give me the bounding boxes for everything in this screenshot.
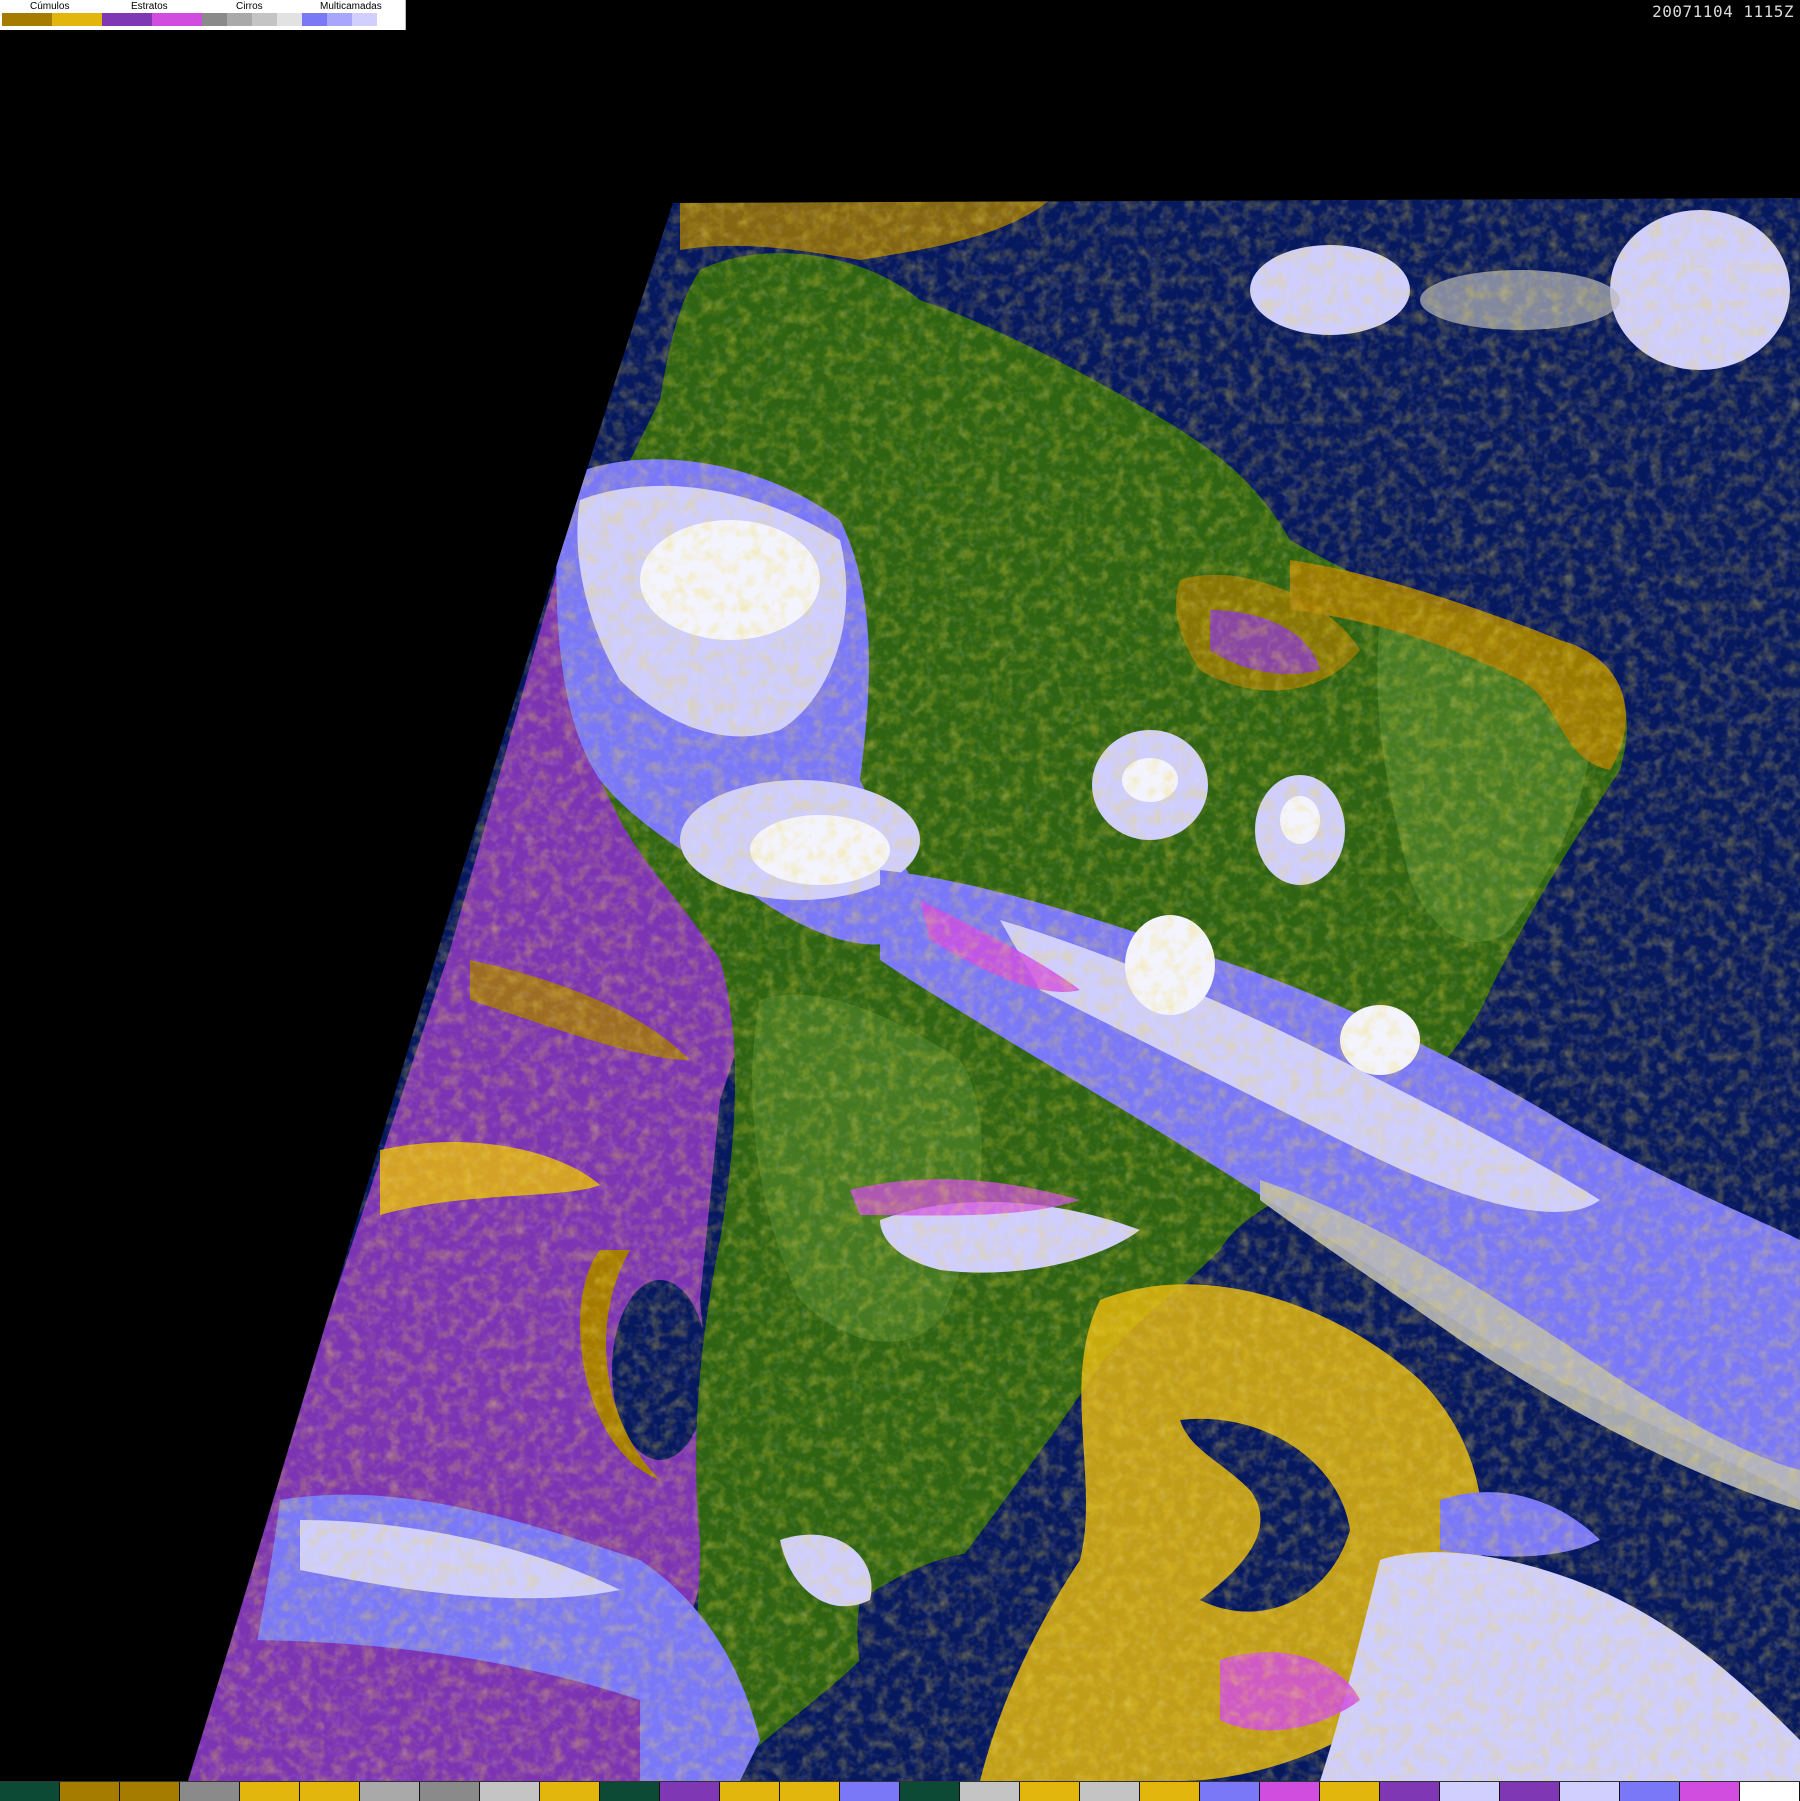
legend-swatch-cirrus-3	[252, 13, 277, 26]
palette-cell	[900, 1782, 960, 1801]
legend-label-cumulus: Cúmulos	[30, 1, 70, 12]
legend-swatch-cirrus-1	[202, 13, 227, 26]
palette-cell	[1560, 1782, 1620, 1801]
palette-cell	[1200, 1782, 1260, 1801]
legend-swatch-cumulus-2	[52, 13, 102, 26]
palette-cell	[300, 1782, 360, 1801]
palette-cell	[1500, 1782, 1560, 1801]
palette-cell	[1320, 1782, 1380, 1801]
palette-cell	[540, 1782, 600, 1801]
palette-cell	[1740, 1782, 1800, 1801]
legend-swatch-stratus-2	[152, 13, 202, 26]
legend-label-multilayer: Multicamadas	[320, 1, 382, 12]
cloud-type-legend: Cúmulos Estratos Cirros Multicamadas	[0, 0, 406, 30]
palette-cell	[1080, 1782, 1140, 1801]
legend-label-cirrus: Cirros	[236, 1, 263, 12]
legend-swatch-cirrus-2	[227, 13, 252, 26]
palette-cell	[960, 1782, 1020, 1801]
palette-cell	[60, 1782, 120, 1801]
legend-swatch-cirrus-4	[277, 13, 302, 26]
palette-cell	[600, 1782, 660, 1801]
palette-cell	[780, 1782, 840, 1801]
palette-cell	[1020, 1782, 1080, 1801]
palette-cell	[1680, 1782, 1740, 1801]
palette-cell	[1140, 1782, 1200, 1801]
palette-cell	[720, 1782, 780, 1801]
legend-swatch-multilayer-3	[352, 13, 377, 26]
legend-swatch-multilayer-2	[327, 13, 352, 26]
palette-cell	[480, 1782, 540, 1801]
palette-cell	[1380, 1782, 1440, 1801]
palette-cell	[240, 1782, 300, 1801]
palette-cell	[420, 1782, 480, 1801]
legend-swatch-stratus-1	[102, 13, 152, 26]
satellite-cloud-classification-map	[0, 0, 1800, 1800]
palette-cell	[660, 1782, 720, 1801]
legend-swatch-cumulus-1	[2, 13, 52, 26]
bottom-color-palette	[0, 1781, 1800, 1801]
legend-swatch-multilayer-1	[302, 13, 327, 26]
legend-swatch-multilayer-4	[377, 13, 402, 26]
palette-cell	[1620, 1782, 1680, 1801]
palette-cell	[180, 1782, 240, 1801]
palette-cell	[1260, 1782, 1320, 1801]
palette-cell	[0, 1782, 60, 1801]
legend-swatch-row	[2, 13, 402, 26]
palette-cell	[120, 1782, 180, 1801]
palette-cell	[840, 1782, 900, 1801]
palette-cell	[1440, 1782, 1500, 1801]
image-timestamp: 20071104 1115Z	[1652, 2, 1794, 21]
legend-label-stratus: Estratos	[131, 1, 168, 12]
palette-cell	[360, 1782, 420, 1801]
